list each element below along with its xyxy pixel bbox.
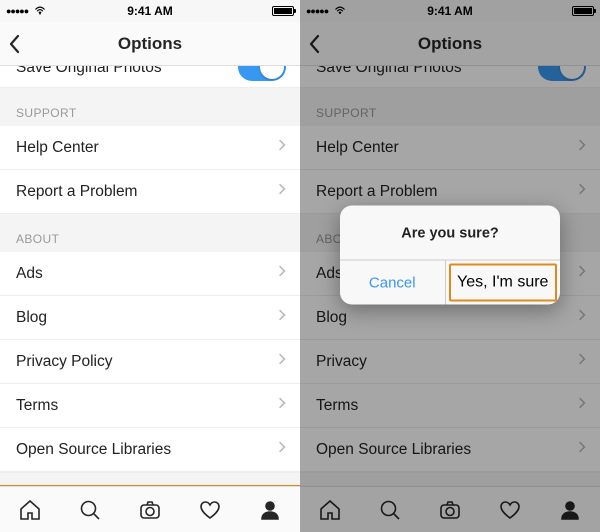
row-label: Blog: [316, 309, 347, 327]
row-save-original-photos[interactable]: Save Original Photos: [300, 66, 600, 88]
row-save-original-photos[interactable]: Save Original Photos: [0, 66, 300, 88]
tab-activity[interactable]: [180, 487, 240, 532]
nav-bar: Options: [300, 22, 600, 66]
row-label: Open Source Libraries: [316, 441, 471, 459]
tab-home[interactable]: [0, 487, 60, 532]
chevron-right-icon: [578, 352, 586, 371]
row-ads[interactable]: Ads: [0, 252, 300, 296]
chevron-right-icon: [278, 264, 286, 283]
row-help-center[interactable]: Help Center: [0, 126, 300, 170]
modal-title: Are you sure?: [340, 206, 560, 261]
toggle-on-icon[interactable]: [238, 66, 286, 81]
tab-profile[interactable]: [540, 487, 600, 532]
chevron-right-icon: [278, 308, 286, 327]
row-label: Save Original Photos: [316, 66, 462, 77]
row-label: Terms: [316, 397, 358, 415]
tab-home[interactable]: [300, 487, 360, 532]
tab-bar: [0, 486, 300, 532]
divider: [300, 472, 600, 486]
row-label: Report a Problem: [16, 183, 137, 201]
row-label: Help Center: [316, 139, 399, 157]
tab-activity[interactable]: [480, 487, 540, 532]
status-time: 9:41 AM: [300, 4, 600, 18]
chevron-right-icon: [278, 440, 286, 459]
screenshot-right: ●●●●● 9:41 AM Options Save Original Phot…: [300, 0, 600, 532]
battery-icon: [572, 6, 594, 16]
row-help-center[interactable]: Help Center: [300, 126, 600, 170]
row-blog[interactable]: Blog: [0, 296, 300, 340]
back-button[interactable]: [8, 22, 22, 65]
row-label: Blog: [16, 309, 47, 327]
confirm-button[interactable]: Yes, I'm sure: [449, 264, 558, 302]
back-button[interactable]: [308, 22, 322, 65]
chevron-right-icon: [278, 138, 286, 157]
chevron-right-icon: [578, 308, 586, 327]
battery-icon: [272, 6, 294, 16]
button-label: Cancel: [369, 274, 416, 291]
row-label: Save Original Photos: [16, 66, 162, 77]
confirm-modal: Are you sure? Cancel Yes, I'm sure: [340, 206, 560, 305]
row-label: Report a Problem: [316, 183, 437, 201]
chevron-right-icon: [278, 352, 286, 371]
row-label: Open Source Libraries: [16, 441, 171, 459]
section-support: SUPPORT: [300, 88, 600, 126]
button-label: Yes, I'm sure: [457, 274, 548, 292]
row-report-problem[interactable]: Report a Problem: [0, 170, 300, 214]
nav-bar: Options: [0, 22, 300, 66]
row-label: Privacy Policy: [16, 353, 112, 371]
screenshot-left: ●●●●● 9:41 AM Options Save Original Phot…: [0, 0, 300, 532]
tab-bar: [300, 486, 600, 532]
tab-profile[interactable]: [240, 487, 300, 532]
chevron-right-icon: [278, 396, 286, 415]
row-open-source[interactable]: Open Source Libraries: [300, 428, 600, 472]
status-bar: ●●●●● 9:41 AM: [300, 0, 600, 22]
chevron-right-icon: [578, 440, 586, 459]
row-label: Ads: [16, 265, 43, 283]
row-terms[interactable]: Terms: [300, 384, 600, 428]
tab-camera[interactable]: [120, 487, 180, 532]
cancel-button[interactable]: Cancel: [340, 261, 446, 305]
chevron-right-icon: [278, 182, 286, 201]
row-terms[interactable]: Terms: [0, 384, 300, 428]
chevron-right-icon: [578, 264, 586, 283]
chevron-right-icon: [578, 396, 586, 415]
page-title: Options: [118, 34, 182, 54]
settings-list: Save Original Photos SUPPORT Help Center…: [0, 66, 300, 486]
divider: [0, 472, 300, 486]
page-title: Options: [418, 34, 482, 54]
row-privacy-policy[interactable]: Privacy: [300, 340, 600, 384]
row-label: Help Center: [16, 139, 99, 157]
tab-search[interactable]: [360, 487, 420, 532]
toggle-on-icon[interactable]: [538, 66, 586, 81]
chevron-right-icon: [578, 182, 586, 201]
section-support: SUPPORT: [0, 88, 300, 126]
status-time: 9:41 AM: [0, 4, 300, 18]
chevron-right-icon: [578, 138, 586, 157]
row-privacy-policy[interactable]: Privacy Policy: [0, 340, 300, 384]
row-open-source[interactable]: Open Source Libraries: [0, 428, 300, 472]
tab-camera[interactable]: [420, 487, 480, 532]
section-about: ABOUT: [0, 214, 300, 252]
status-bar: ●●●●● 9:41 AM: [0, 0, 300, 22]
tab-search[interactable]: [60, 487, 120, 532]
row-label: Terms: [16, 397, 58, 415]
row-label: Ads: [316, 265, 343, 283]
row-label: Privacy: [316, 353, 367, 371]
